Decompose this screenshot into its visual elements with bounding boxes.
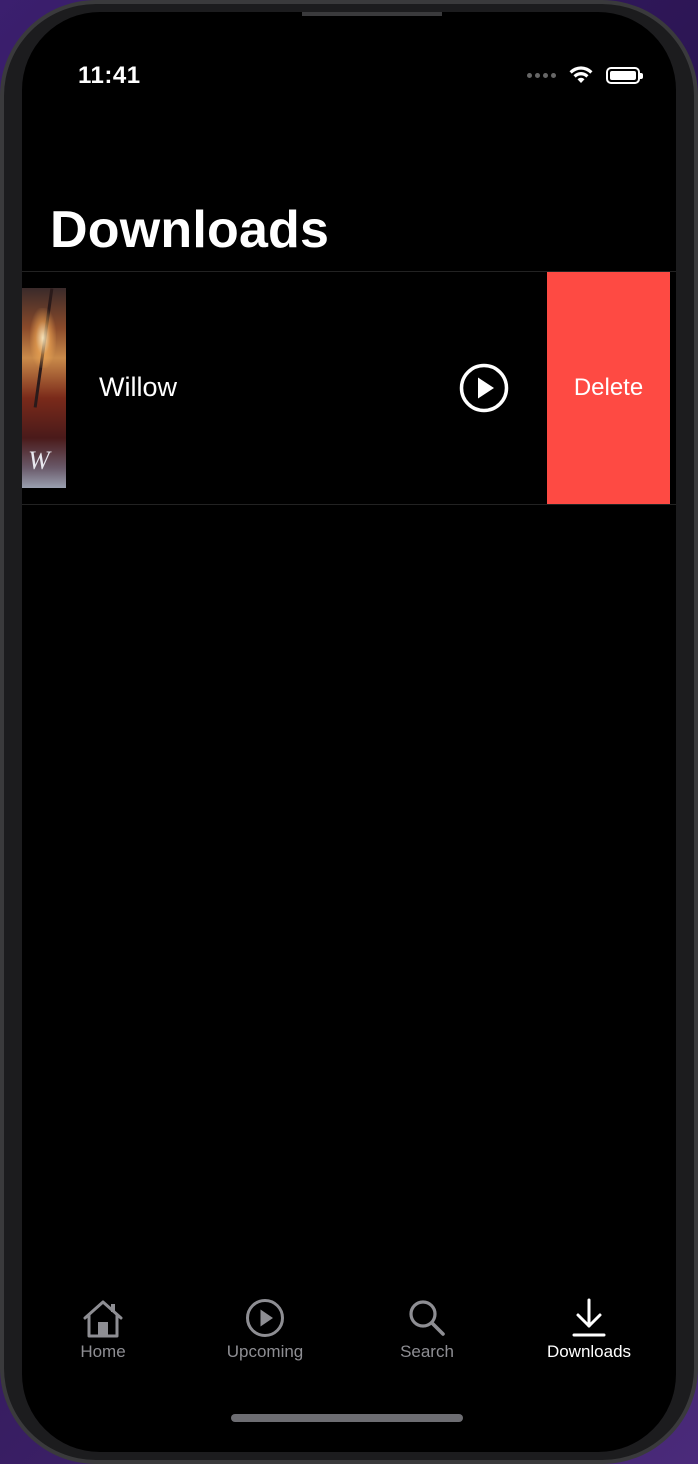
tab-label-search: Search [400, 1342, 454, 1361]
download-row[interactable]: W Willow Delete [22, 272, 676, 504]
delete-button-label: Delete [573, 374, 644, 401]
play-circle-icon [459, 363, 509, 413]
battery-icon [606, 66, 643, 84]
tab-downloads[interactable]: Downloads [519, 1298, 659, 1362]
list-bottom-divider [22, 504, 676, 505]
status-indicators [527, 62, 643, 88]
cellular-signal-icon [527, 72, 556, 78]
page-title: Downloads [50, 201, 330, 259]
sensor-housing [302, 12, 442, 16]
download-title: Willow [99, 372, 177, 402]
tab-label-downloads: Downloads [546, 1342, 632, 1361]
app-screen: 11:41 Downloads W Willow Delete Home Upc… [22, 12, 676, 1452]
play-button[interactable] [459, 363, 509, 413]
house-icon [83, 1300, 123, 1338]
tab-label-upcoming: Upcoming [226, 1342, 304, 1361]
tab-upcoming[interactable]: Upcoming [195, 1298, 335, 1362]
play-circle-icon [246, 1299, 284, 1337]
home-indicator[interactable] [231, 1414, 463, 1422]
tab-home[interactable]: Home [33, 1298, 173, 1362]
delete-button[interactable]: Delete [547, 272, 670, 504]
tab-bar: Home Upcoming Search Downloads [22, 1298, 676, 1388]
download-arrow-icon [572, 1298, 606, 1337]
status-time: 11:41 [78, 62, 141, 89]
willow-poster-thumbnail: W [22, 288, 66, 488]
tab-search[interactable]: Search [357, 1298, 497, 1362]
wifi-icon [569, 66, 593, 83]
magnifying-glass-icon [409, 1300, 445, 1336]
tab-label-home: Home [80, 1342, 126, 1361]
